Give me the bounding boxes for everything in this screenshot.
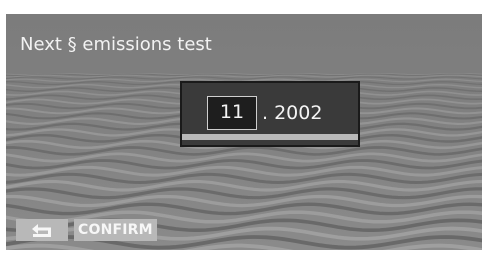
bottom-button-bar: CONFIRM [16, 219, 157, 241]
display-frame: Next § emissions test 11 . 2002 CONFIRM [0, 0, 488, 260]
panel-underline-bar [182, 134, 358, 140]
year-value: . 2002 [262, 102, 323, 124]
month-field[interactable]: 11 [207, 96, 257, 130]
date-entry-panel: 11 . 2002 [180, 81, 360, 147]
back-button[interactable] [16, 219, 68, 241]
confirm-button[interactable]: CONFIRM [74, 219, 157, 241]
display-screen: Next § emissions test 11 . 2002 CONFIRM [6, 14, 482, 250]
return-arrow-icon [32, 224, 51, 237]
screen-title: Next § emissions test [20, 34, 212, 55]
